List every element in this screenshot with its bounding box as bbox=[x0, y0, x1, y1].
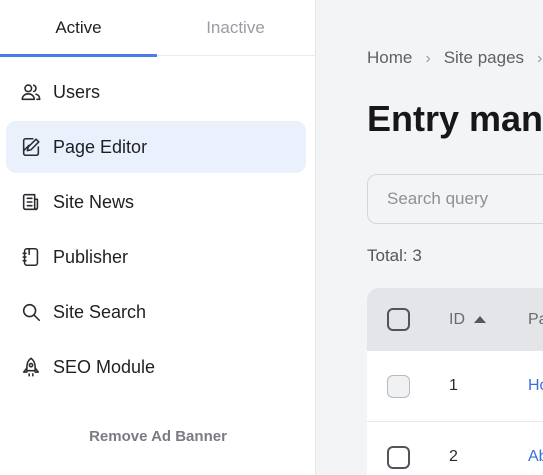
breadcrumb: Home › Site pages › bbox=[367, 48, 543, 68]
row-checkbox[interactable] bbox=[387, 374, 410, 398]
table-header: ID Page bbox=[367, 288, 543, 351]
chevron-right-icon: › bbox=[425, 50, 431, 67]
column-header-id[interactable]: ID bbox=[449, 311, 486, 329]
sidebar-item-page-editor[interactable]: Page Editor bbox=[6, 121, 306, 173]
sidebar-item-label: Users bbox=[53, 81, 101, 102]
select-all-checkbox[interactable] bbox=[387, 308, 410, 331]
news-icon bbox=[20, 191, 42, 213]
cell-page-link[interactable]: Home bbox=[528, 377, 543, 395]
sidebar-item-label: SEO Module bbox=[53, 356, 156, 377]
book-icon bbox=[20, 246, 42, 268]
chevron-right-icon: › bbox=[537, 50, 543, 67]
rocket-icon bbox=[20, 356, 42, 378]
page-edit-icon bbox=[20, 136, 42, 158]
sidebar-tabs: Active Inactive bbox=[0, 0, 315, 57]
sidebar-item-label: Site News bbox=[53, 191, 135, 212]
breadcrumb-home[interactable]: Home bbox=[367, 48, 412, 67]
entries-table: ID Page 1 Home 2 About bbox=[367, 288, 543, 475]
sidebar-item-label: Page Editor bbox=[53, 136, 148, 157]
breadcrumb-site-pages[interactable]: Site pages bbox=[444, 48, 524, 67]
sidebar-item-publisher[interactable]: Publisher bbox=[6, 231, 306, 283]
cell-page-link[interactable]: About bbox=[528, 448, 543, 466]
search-icon bbox=[20, 301, 42, 323]
table-row: 1 Home bbox=[367, 351, 543, 422]
sidebar: Active Inactive Users Page Editor Site N… bbox=[0, 0, 316, 475]
page-title: Entry management bbox=[367, 98, 543, 139]
total-count: Total: 3 bbox=[367, 246, 422, 265]
column-header-label: ID bbox=[449, 310, 465, 328]
search-input[interactable] bbox=[368, 175, 543, 223]
sidebar-menu: Users Page Editor Site News Publisher Si bbox=[0, 56, 315, 393]
cell-id: 2 bbox=[449, 448, 458, 465]
remove-ad-banner-link[interactable]: Remove Ad Banner bbox=[0, 428, 316, 445]
sidebar-item-label: Publisher bbox=[53, 246, 129, 267]
tab-inactive[interactable]: Inactive bbox=[157, 0, 314, 56]
sidebar-item-site-search[interactable]: Site Search bbox=[6, 286, 306, 338]
sidebar-item-users[interactable]: Users bbox=[6, 66, 306, 118]
column-header-page[interactable]: Page bbox=[528, 311, 543, 329]
cell-id: 1 bbox=[449, 377, 458, 394]
sidebar-item-seo-module[interactable]: SEO Module bbox=[6, 341, 306, 393]
tab-active[interactable]: Active bbox=[0, 0, 157, 57]
row-checkbox[interactable] bbox=[387, 445, 410, 469]
sort-ascending-icon bbox=[474, 316, 486, 323]
main-content: Home › Site pages › Entry management Total:… bbox=[317, 0, 543, 475]
sidebar-item-site-news[interactable]: Site News bbox=[6, 176, 306, 228]
search-box bbox=[367, 174, 543, 224]
sidebar-item-label: Site Search bbox=[53, 301, 147, 322]
table-row: 2 About bbox=[367, 422, 543, 475]
users-icon bbox=[20, 81, 42, 103]
